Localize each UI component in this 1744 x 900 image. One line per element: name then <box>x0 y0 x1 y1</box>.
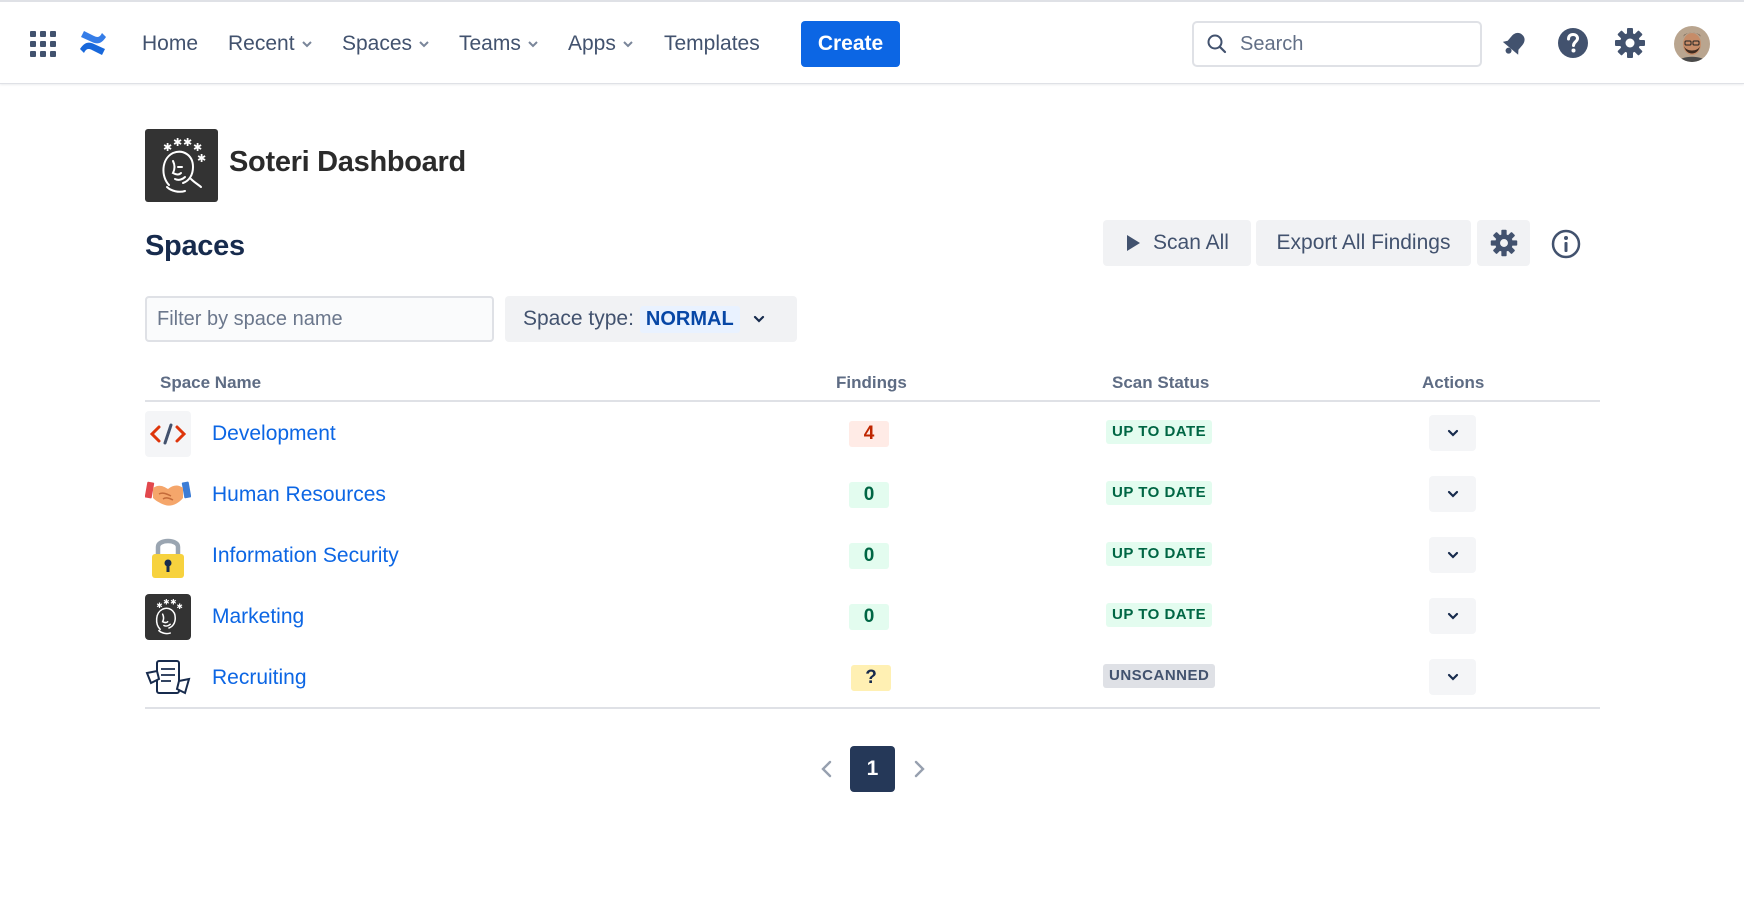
findings-count: 0 <box>849 604 889 630</box>
svg-text:✱: ✱ <box>177 602 184 611</box>
space-link-marketing[interactable]: Marketing <box>212 605 304 629</box>
nav-home[interactable]: Home <box>142 29 198 59</box>
table-row: Information Security 0 UP TO DATE <box>145 524 1600 585</box>
table-divider <box>145 707 1600 709</box>
space-link-recruiting[interactable]: Recruiting <box>212 666 307 690</box>
svg-text:✱: ✱ <box>183 136 192 149</box>
nav-apps[interactable]: Apps <box>568 29 634 59</box>
status-badge: UP TO DATE <box>1106 542 1213 566</box>
top-navigation: Home Recent Spaces Teams Apps Templates … <box>0 0 1744 84</box>
findings-count: 0 <box>849 543 889 569</box>
chevron-down-icon <box>623 41 633 48</box>
space-link-information-security[interactable]: Information Security <box>212 544 399 568</box>
export-label: Export All Findings <box>1276 231 1451 254</box>
findings-count: 0 <box>849 482 889 508</box>
table-row: Development 4 UP TO DATE <box>145 402 1600 463</box>
svg-text:✱: ✱ <box>156 601 163 610</box>
nav-spaces[interactable]: Spaces <box>342 29 430 59</box>
scan-all-button[interactable]: Scan All <box>1103 220 1251 266</box>
row-actions-button[interactable] <box>1429 659 1476 695</box>
space-link-human-resources[interactable]: Human Resources <box>212 483 386 507</box>
findings-count: 4 <box>849 421 889 447</box>
document-hands-icon <box>145 655 191 701</box>
play-icon <box>1127 235 1141 251</box>
settings-gear-icon[interactable] <box>1613 26 1647 60</box>
findings-count: ? <box>851 665 891 691</box>
chevron-down-icon <box>753 315 764 323</box>
filter-by-space-name-input[interactable] <box>145 296 494 342</box>
nav-templates-label: Templates <box>664 32 760 55</box>
page-button-current[interactable]: 1 <box>850 746 895 792</box>
app-switcher-icon[interactable] <box>30 31 56 57</box>
status-badge: UP TO DATE <box>1106 481 1213 505</box>
space-type-label: Space type: <box>523 307 634 330</box>
column-header-scan-status[interactable]: Scan Status <box>1112 373 1209 393</box>
page-title: Soteri Dashboard <box>229 146 466 178</box>
table-row: Recruiting ? UNSCANNED <box>145 646 1600 707</box>
section-title: Spaces <box>145 230 245 262</box>
nav-teams-label: Teams <box>459 32 521 55</box>
scan-all-label: Scan All <box>1153 231 1229 254</box>
confluence-logo-icon[interactable] <box>78 28 108 58</box>
padlock-icon <box>145 533 191 579</box>
column-header-space-name[interactable]: Space Name <box>160 373 261 393</box>
table-header: Space Name Findings Scan Status Actions <box>145 370 1600 402</box>
search-input[interactable] <box>1240 32 1470 56</box>
nav-recent[interactable]: Recent <box>228 29 313 59</box>
row-actions-button[interactable] <box>1429 415 1476 451</box>
chevron-down-icon <box>1447 490 1458 498</box>
status-badge: UP TO DATE <box>1106 603 1213 627</box>
chevron-down-icon <box>1447 429 1458 437</box>
chevron-down-icon <box>1447 673 1458 681</box>
chevron-down-icon <box>419 41 429 48</box>
gear-icon <box>1490 229 1517 257</box>
soteri-logo-icon: ✱ ✱ ✱ ✱ <box>145 594 191 640</box>
create-button[interactable]: Create <box>801 21 900 67</box>
nav-templates[interactable]: Templates <box>664 29 760 59</box>
nav-home-label: Home <box>142 32 199 55</box>
search-icon <box>1207 34 1227 54</box>
avatar[interactable] <box>1674 26 1710 62</box>
svg-text:✱: ✱ <box>173 136 182 149</box>
next-page-icon[interactable] <box>907 757 931 781</box>
space-type-value: NORMAL <box>639 305 740 333</box>
nav-apps-label: Apps <box>568 32 616 55</box>
handshake-icon <box>145 472 191 518</box>
row-actions-button[interactable] <box>1429 476 1476 512</box>
soteri-logo-icon: ✱ ✱ ✱ ✱ ✱ <box>145 129 218 202</box>
help-icon[interactable] <box>1556 26 1590 60</box>
chevron-down-icon <box>1447 551 1458 559</box>
row-actions-button[interactable] <box>1429 598 1476 634</box>
table-row: ✱ ✱ ✱ ✱ Marketing 0 UP TO DATE <box>145 585 1600 646</box>
code-icon <box>145 411 191 457</box>
info-icon[interactable] <box>1550 228 1582 260</box>
space-link-development[interactable]: Development <box>212 422 336 446</box>
nav-recent-label: Recent <box>228 32 295 55</box>
chevron-down-icon <box>1447 612 1458 620</box>
nav-teams[interactable]: Teams <box>459 29 539 59</box>
spaces-table: Space Name Findings Scan Status Actions … <box>145 370 1600 709</box>
table-row: Human Resources 0 UP TO DATE <box>145 463 1600 524</box>
chevron-down-icon <box>528 41 538 48</box>
column-header-actions: Actions <box>1422 373 1485 392</box>
svg-text:✱: ✱ <box>163 141 172 154</box>
export-all-findings-button[interactable]: Export All Findings <box>1256 220 1471 266</box>
row-actions-button[interactable] <box>1429 537 1476 573</box>
status-badge: UP TO DATE <box>1106 420 1213 444</box>
search-box[interactable] <box>1192 21 1482 67</box>
space-type-select[interactable]: Space type: NORMAL <box>505 296 797 342</box>
svg-text:✱: ✱ <box>163 598 170 607</box>
notification-bell-icon[interactable] <box>1498 26 1532 60</box>
nav-spaces-label: Spaces <box>342 32 413 55</box>
column-header-findings[interactable]: Findings <box>836 373 907 393</box>
svg-text:✱: ✱ <box>197 152 206 165</box>
chevron-down-icon <box>301 41 312 48</box>
previous-page-icon[interactable] <box>815 757 839 781</box>
status-badge: UNSCANNED <box>1103 664 1216 688</box>
settings-button[interactable] <box>1477 220 1530 266</box>
